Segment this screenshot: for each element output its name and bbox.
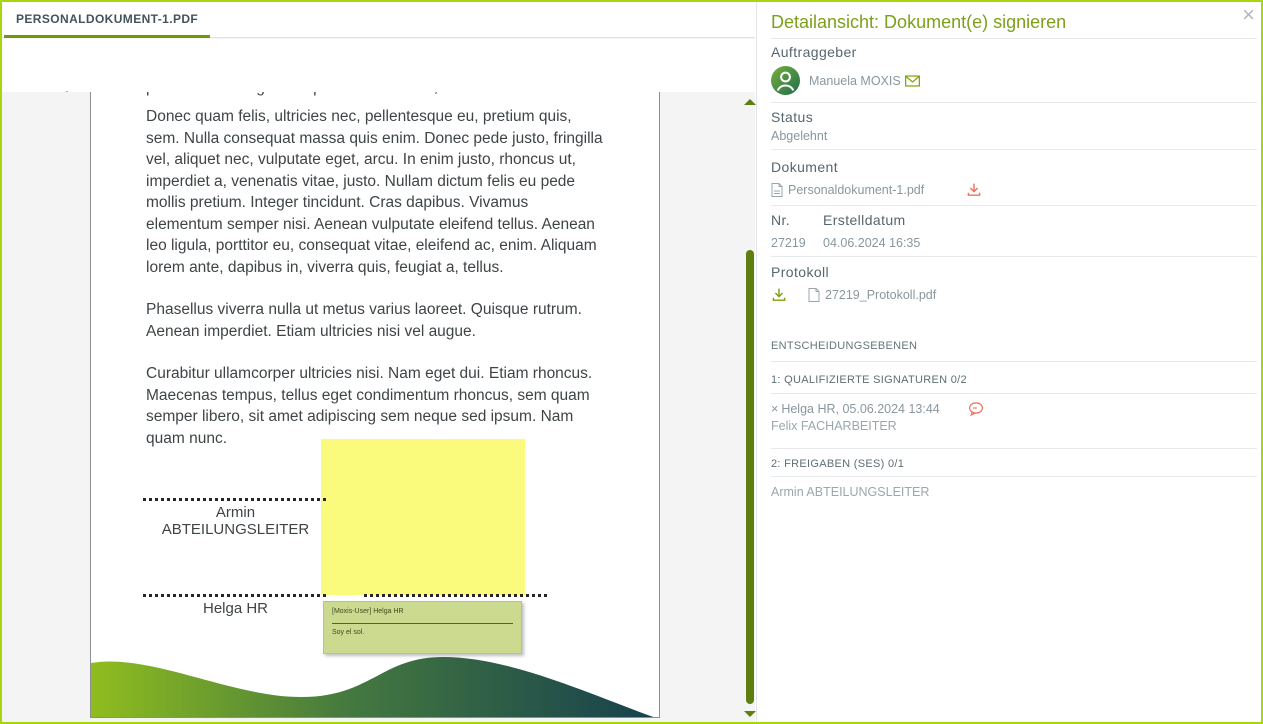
download-protokoll-icon[interactable] [771,287,787,303]
divider [771,476,1257,477]
protokoll-label: Protokoll [771,264,829,280]
nr-label: Nr. [771,212,790,228]
tab-personaldokument[interactable]: PERSONALDOKUMENT-1.PDF [4,2,210,38]
status-value: Abgelehnt [771,129,827,143]
auftraggeber-label: Auftraggeber [771,44,857,60]
close-icon[interactable]: × [1242,4,1255,26]
nr-value: 27219 [771,236,806,250]
protokoll-row: 27219_Protokoll.pdf [771,287,936,303]
divider [771,102,1257,103]
dokument-filename[interactable]: Personaldokument-1.pdf [788,183,924,197]
panel-title: Detailansicht: Dokument(e) signieren [771,12,1066,33]
paragraph: Curabitur ullamcorper ultricies nisi. Na… [146,363,608,449]
note-divider [332,623,513,624]
divider [771,448,1257,449]
dokument-row: Personaldokument-1.pdf [771,182,982,198]
footer-wave-graphic [91,651,659,717]
signature-line-1 [143,498,328,501]
protokoll-file-icon [808,288,820,302]
status-label: Status [771,109,813,125]
dokument-label: Dokument [771,159,838,175]
signature-line-2-right [364,594,550,597]
level2-title: 2: FREIGABEN (SES) 0/1 [771,458,904,470]
erstelldatum-label: Erstelldatum [823,212,906,228]
divider [771,256,1257,257]
auftraggeber-row: Manuela MOXIS [809,74,920,88]
rejection-sticky-note[interactable]: [Moxis-User] Helga HR Soy el sol. [323,601,522,654]
entscheidungsebenen-header: ENTSCHEIDUNGSEBENEN [771,340,917,352]
divider [771,38,1257,39]
pdf-page: penatibus et magnis dis parturient monte… [90,92,660,718]
signature-highlight-field[interactable] [321,439,525,595]
document-body-text: Donec quam felis, ultricies nec, pellent… [146,106,608,449]
signature-label-armin: Armin ABTEILUNGSLEITER [143,504,328,538]
download-file-icon[interactable] [966,182,982,198]
auftraggeber-name: Manuela MOXIS [809,74,901,88]
pdf-scroll-area[interactable]: penatibus et magnis dis parturient monte… [2,92,755,722]
rejected-x-mark: × [771,402,778,416]
divider [771,361,1257,362]
signature-label-helga: Helga HR [143,600,328,617]
avatar [771,66,800,95]
detail-panel: Detailansicht: Dokument(e) signieren × A… [756,2,1263,722]
level1-title: 1: QUALIFIZIERTE SIGNATUREN 0/2 [771,374,967,386]
moxis-document-window: PERSONALDOKUMENT-1.PDF A ‹ 1/1▾ › [0,0,1263,724]
pdf-file-icon [771,183,783,197]
paragraph: Donec quam felis, ultricies nec, pellent… [146,106,608,278]
pdf-viewer: PERSONALDOKUMENT-1.PDF A ‹ 1/1▾ › [2,2,755,722]
protokoll-filename[interactable]: 27219_Protokoll.pdf [825,288,936,302]
note-author: [Moxis-User] Helga HR [332,608,513,615]
viewer-scrollbar-thumb[interactable] [746,250,754,704]
divider [771,149,1257,150]
comment-icon[interactable] [968,402,984,416]
level1-person: Felix FACHARBEITER [771,419,897,433]
divider [771,393,1257,394]
divider [771,205,1257,206]
level1-entry-text: Helga HR, 05.06.2024 13:44 [781,402,939,416]
document-tab-bar: PERSONALDOKUMENT-1.PDF [2,2,755,38]
note-comment: Soy el sol. [332,629,513,636]
clipped-text-line: penatibus et magnis dis parturient monte… [146,92,608,99]
email-icon[interactable] [905,75,920,87]
level1-entry-row: × Helga HR, 05.06.2024 13:44 [771,402,984,416]
tab-label: PERSONALDOKUMENT-1.PDF [16,12,198,26]
level2-person: Armin ABTEILUNGSLEITER [771,485,929,499]
paragraph: Phasellus viverra nulla ut metus varius … [146,299,608,342]
erstelldatum-value: 04.06.2024 16:35 [823,236,920,250]
signature-line-2-left [143,594,328,597]
viewer-toolbar: A ‹ 1/1▾ › [2,39,755,92]
scroll-down-icon[interactable] [744,711,756,717]
scroll-up-icon[interactable] [744,99,756,105]
